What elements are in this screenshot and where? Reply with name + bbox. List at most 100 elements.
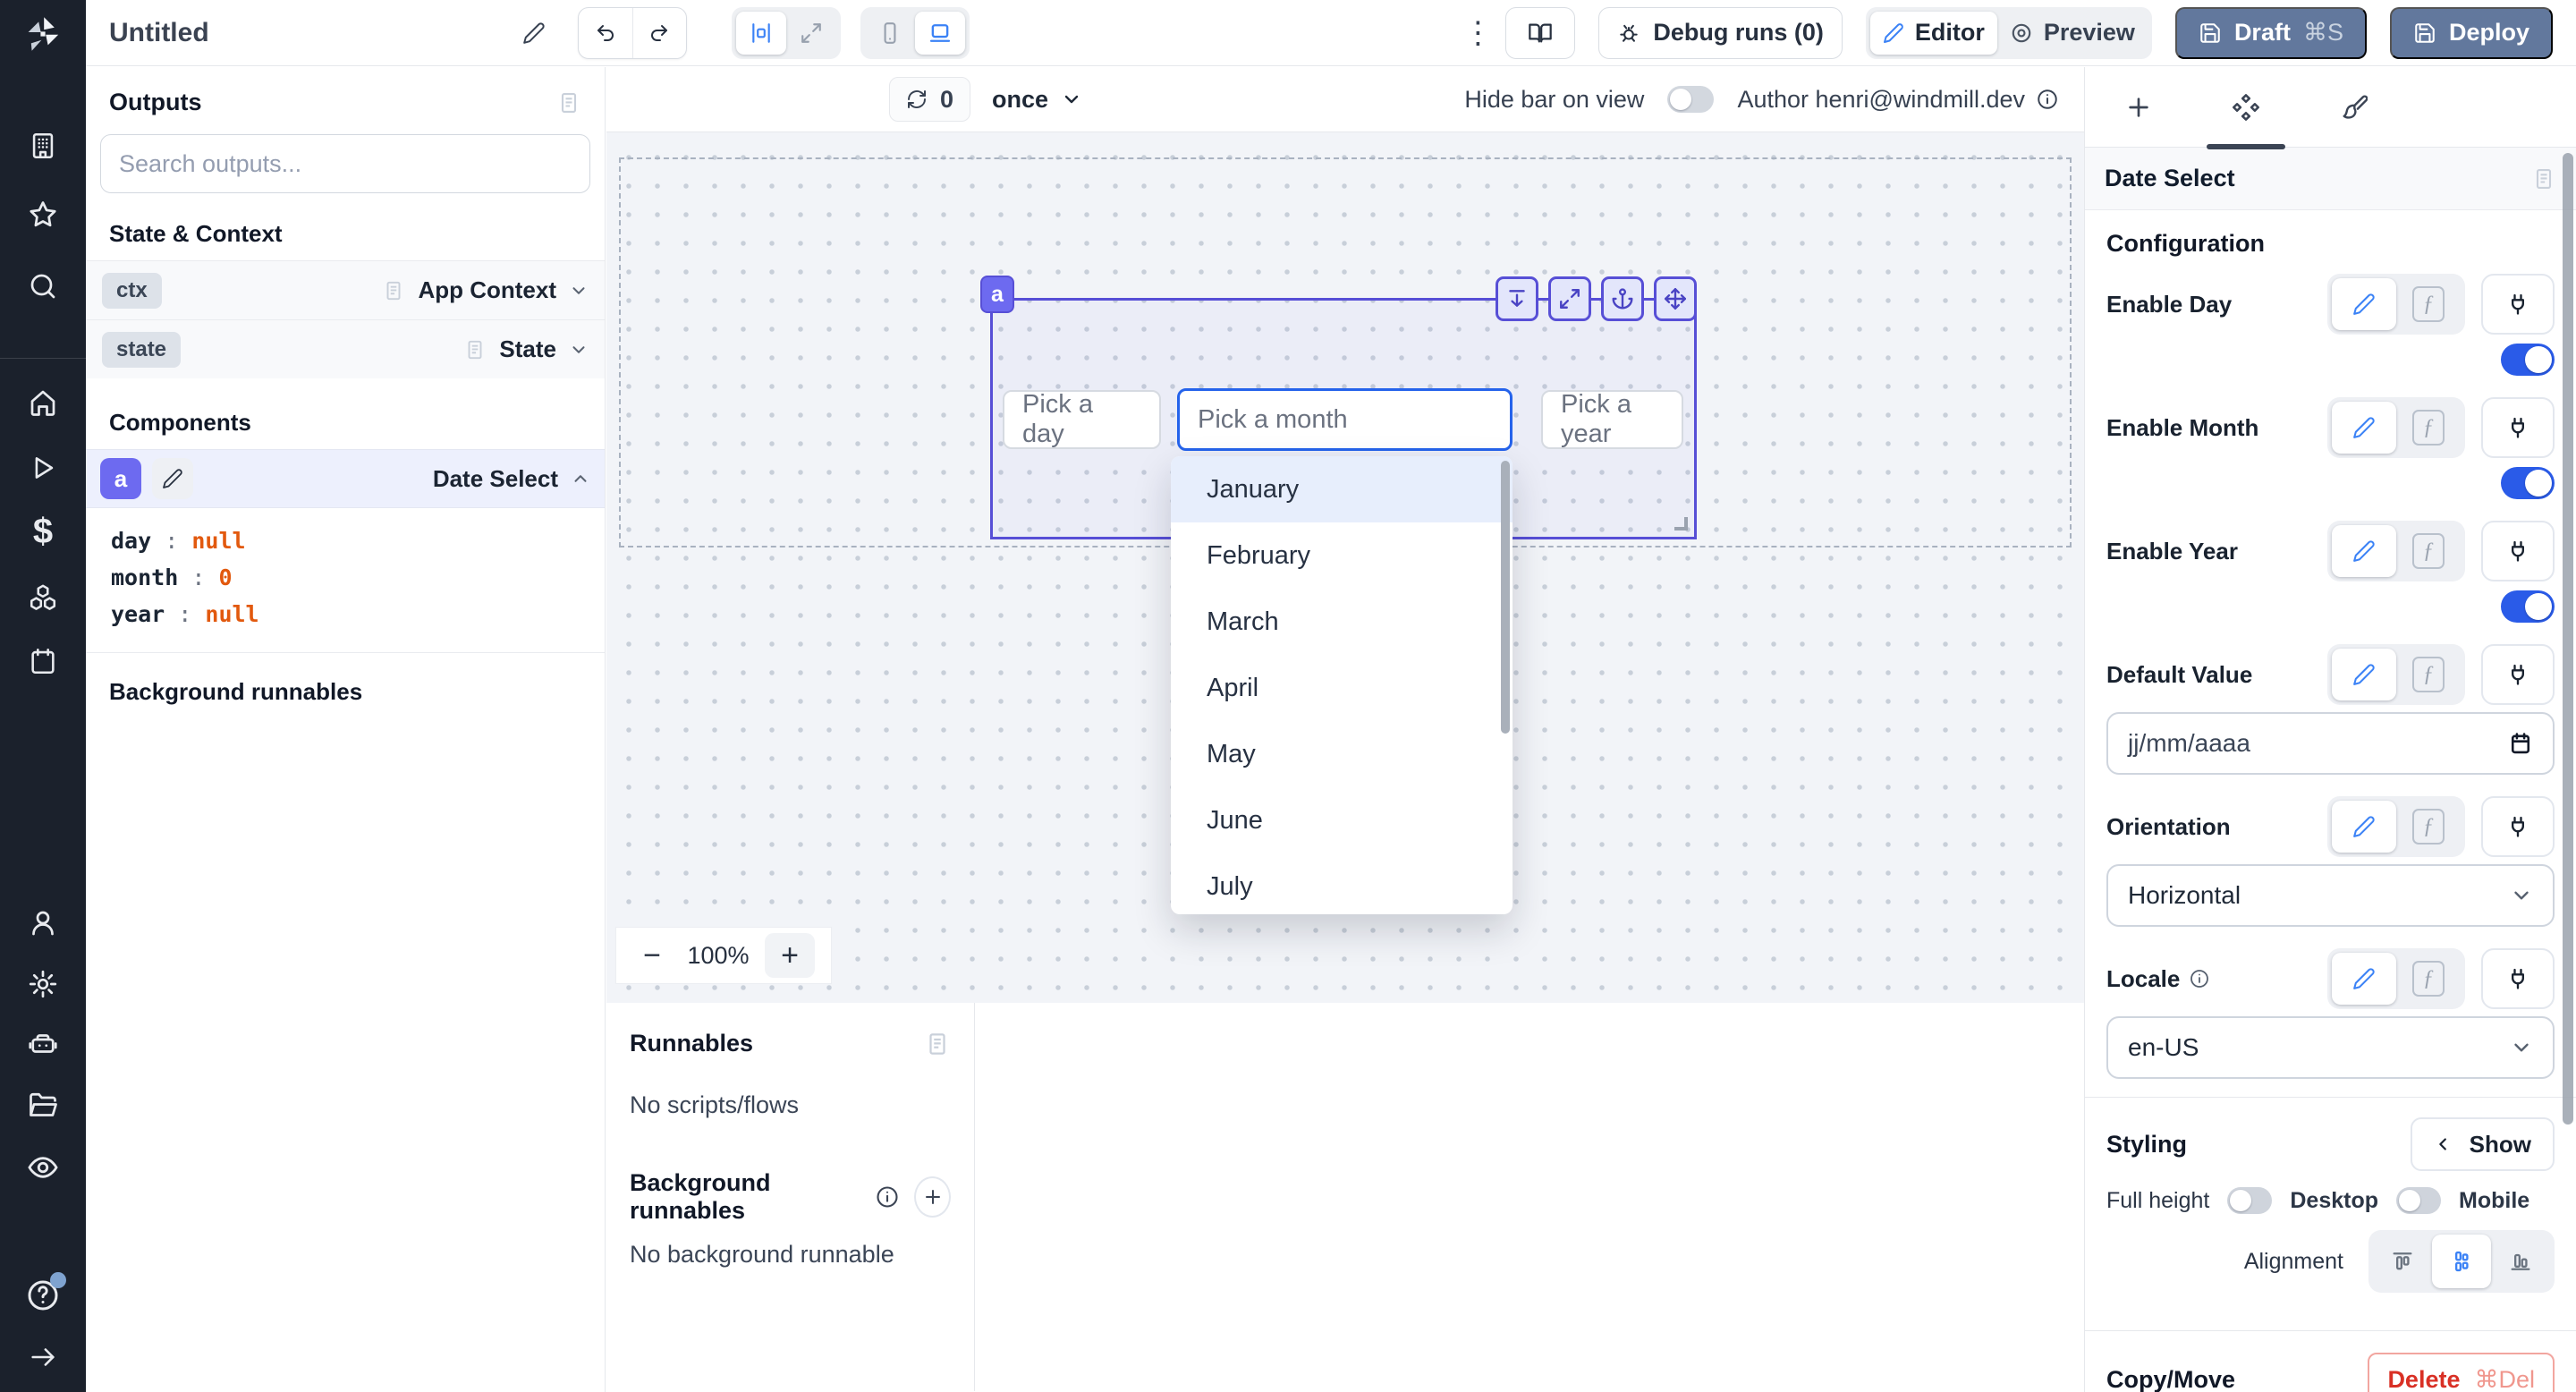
fill-height-handle-icon[interactable] (1496, 276, 1538, 321)
workspace-icon[interactable] (28, 131, 58, 161)
tab-component-settings[interactable] (2192, 67, 2300, 147)
connect-plug-button[interactable] (2481, 948, 2555, 1009)
chevron-down-icon[interactable] (569, 340, 589, 360)
runs-play-icon[interactable] (28, 453, 58, 483)
day-picker-input[interactable]: Pick a day (1003, 390, 1161, 449)
static-mode-pencil-button[interactable] (2332, 649, 2396, 700)
fx-mode-button[interactable]: ƒ (2396, 525, 2461, 577)
runnables-log-icon[interactable] (924, 1031, 951, 1057)
docs-book-button[interactable] (1505, 7, 1575, 59)
chevron-up-icon[interactable] (571, 469, 590, 488)
component-id-tag[interactable]: a (980, 276, 1014, 313)
mobile-view-button[interactable] (865, 12, 915, 55)
edit-component-id-button[interactable] (152, 458, 193, 499)
state-row[interactable]: state State (86, 319, 605, 378)
zoom-out-button[interactable]: − (632, 936, 672, 975)
fx-mode-button[interactable]: ƒ (2396, 649, 2461, 700)
desktop-toggle[interactable] (2396, 1187, 2441, 1214)
search-outputs-input[interactable] (100, 134, 590, 193)
favorites-star-icon[interactable] (27, 199, 59, 231)
help-icon[interactable] (25, 1277, 61, 1313)
locale-select[interactable]: en-US (2106, 1016, 2555, 1079)
month-option[interactable]: April (1171, 655, 1513, 721)
connect-plug-button[interactable] (2481, 274, 2555, 335)
enable-day-toggle[interactable] (2501, 344, 2555, 376)
output-kv-row[interactable]: month : 0 (86, 559, 605, 596)
info-icon[interactable] (875, 1184, 900, 1210)
anchor-handle-icon[interactable] (1601, 276, 1644, 321)
full-width-button[interactable] (786, 12, 836, 55)
tab-insert-component[interactable] (2085, 67, 2192, 147)
audit-eye-icon[interactable] (26, 1150, 60, 1184)
expand-handle-icon[interactable] (1548, 276, 1591, 321)
resize-corner-handle[interactable] (1674, 517, 1688, 530)
move-handle-icon[interactable] (1654, 276, 1697, 321)
zoom-in-button[interactable]: + (765, 933, 815, 978)
static-mode-pencil-button[interactable] (2332, 525, 2396, 577)
component-log-icon[interactable] (2531, 166, 2556, 191)
align-top-button[interactable] (2373, 1235, 2432, 1288)
fx-mode-button[interactable]: ƒ (2396, 402, 2461, 454)
connect-plug-button[interactable] (2481, 796, 2555, 857)
orientation-select[interactable]: Horizontal (2106, 864, 2555, 927)
month-picker-input[interactable]: Pick a month (1177, 388, 1513, 451)
output-kv-row[interactable]: year : null (86, 596, 605, 632)
component-a-row[interactable]: a Date Select (86, 449, 605, 508)
windmill-logo[interactable] (20, 13, 66, 60)
fx-mode-button[interactable]: ƒ (2396, 953, 2461, 1005)
settings-scrollbar[interactable] (2563, 153, 2573, 1125)
align-center-button[interactable] (2432, 1235, 2491, 1288)
month-option[interactable]: March (1171, 589, 1513, 655)
info-icon[interactable] (2036, 88, 2059, 111)
search-icon[interactable] (27, 270, 59, 302)
debug-runs-button[interactable]: Debug runs (0) (1598, 7, 1843, 59)
static-mode-pencil-button[interactable] (2332, 402, 2396, 454)
centered-layout-button[interactable] (736, 12, 786, 55)
chevron-down-icon[interactable] (569, 281, 589, 301)
tab-editor[interactable]: Editor (1870, 12, 1997, 55)
hide-bar-toggle[interactable] (1667, 86, 1714, 113)
calendar-icon[interactable] (2508, 731, 2533, 756)
settings-gear-icon[interactable] (27, 968, 59, 1000)
redo-button[interactable] (632, 8, 686, 58)
undo-button[interactable] (579, 8, 632, 58)
rename-pencil-button[interactable] (513, 13, 555, 54)
tab-global-styling[interactable] (2300, 67, 2407, 147)
outputs-log-icon[interactable] (556, 90, 581, 115)
home-icon[interactable] (27, 386, 59, 419)
month-option[interactable]: June (1171, 787, 1513, 853)
tab-preview[interactable]: Preview (1997, 12, 2148, 55)
info-icon[interactable] (2189, 968, 2210, 989)
desktop-view-button[interactable] (915, 12, 965, 55)
user-icon[interactable] (27, 907, 59, 939)
static-mode-pencil-button[interactable] (2332, 801, 2396, 853)
fx-mode-button[interactable]: ƒ (2396, 801, 2461, 853)
draft-button[interactable]: Draft ⌘S (2175, 7, 2367, 59)
month-option[interactable]: February (1171, 522, 1513, 589)
month-option[interactable]: May (1171, 721, 1513, 787)
enable-month-toggle[interactable] (2501, 467, 2555, 499)
expand-rail-arrow-icon[interactable] (28, 1342, 58, 1372)
show-styling-button[interactable]: Show (2411, 1117, 2555, 1171)
connect-plug-button[interactable] (2481, 644, 2555, 705)
schedules-calendar-icon[interactable] (28, 646, 58, 676)
static-mode-pencil-button[interactable] (2332, 278, 2396, 330)
more-menu-kebab-icon[interactable]: ⋮ (1462, 18, 1482, 48)
year-picker-input[interactable]: Pick a year (1541, 390, 1683, 449)
month-option[interactable]: July (1171, 853, 1513, 914)
add-background-runnable-button[interactable] (914, 1176, 951, 1218)
fx-mode-button[interactable]: ƒ (2396, 278, 2461, 330)
output-kv-row[interactable]: day : null (86, 522, 605, 559)
align-bottom-button[interactable] (2491, 1235, 2550, 1288)
full-height-toggle[interactable] (2227, 1187, 2272, 1214)
workers-robot-icon[interactable] (27, 1029, 59, 1061)
connect-plug-button[interactable] (2481, 397, 2555, 458)
refresh-count-button[interactable]: 0 (889, 77, 970, 122)
resources-cubes-icon[interactable] (27, 581, 59, 614)
variables-dollar-icon[interactable]: $ (33, 512, 53, 552)
ctx-row[interactable]: ctx App Context (86, 260, 605, 319)
run-mode-dropdown[interactable]: once (992, 86, 1082, 114)
app-canvas[interactable]: a Pick a day Pick a month (606, 132, 2084, 1003)
dropdown-scrollbar[interactable] (1501, 461, 1510, 734)
delete-component-button[interactable]: Delete ⌘Del (2368, 1353, 2555, 1392)
